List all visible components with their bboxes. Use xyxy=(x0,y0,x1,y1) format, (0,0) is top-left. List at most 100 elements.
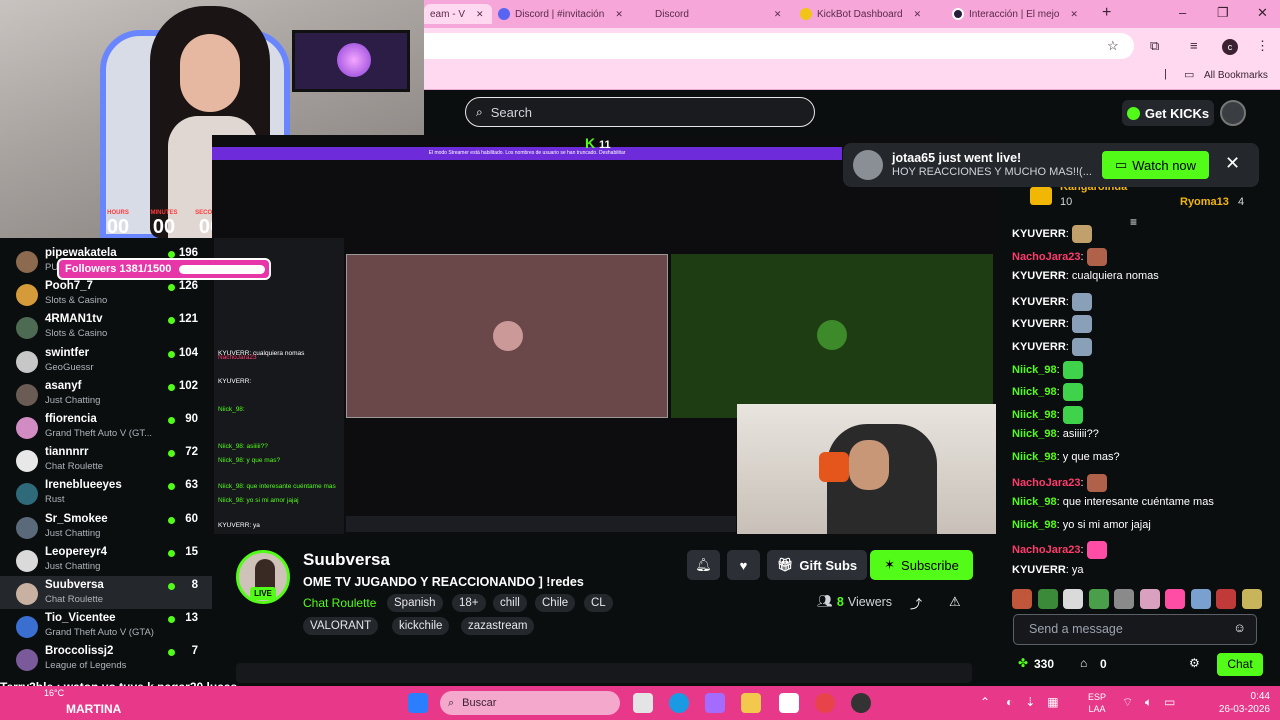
settings-icon[interactable]: ⚙ xyxy=(1189,656,1200,670)
follow-button[interactable]: ♥ xyxy=(727,550,760,580)
close-icon[interactable]: ✕ xyxy=(1225,153,1240,174)
tab-discord-invitacion[interactable]: Discord | #invitación ✕ xyxy=(492,4,642,24)
weather-widget[interactable]: 16°C xyxy=(44,688,64,698)
emote-icon[interactable] xyxy=(1012,589,1032,609)
chat-username[interactable]: NachoJara23 xyxy=(1012,544,1081,556)
tag-cl[interactable]: CL xyxy=(584,594,613,612)
chevron-up-icon[interactable]: ⌃ xyxy=(980,695,990,709)
task-view-icon[interactable] xyxy=(633,693,653,713)
tag-zazastream[interactable]: zazastream xyxy=(461,617,535,635)
tab-stream[interactable]: eam - V ✕ xyxy=(424,4,492,24)
stream-category[interactable]: Chat Roulette xyxy=(303,596,376,610)
profile-avatar[interactable]: c xyxy=(1222,39,1238,55)
tag-kickchile[interactable]: kickchile xyxy=(392,617,450,635)
sidebar-channel[interactable]: Suubversa Chat Roulette 8 xyxy=(0,576,212,609)
close-icon[interactable]: ✕ xyxy=(476,9,484,20)
emote-icon[interactable] xyxy=(1190,589,1211,609)
get-kicks-button[interactable]: Get KICKs xyxy=(1122,100,1214,126)
sidebar-channel[interactable]: 4RMAN1tv Slots & Casino 121 xyxy=(0,310,212,343)
tag-chill[interactable]: chill xyxy=(493,594,527,612)
obs-icon[interactable] xyxy=(851,693,871,713)
sidebar-channel[interactable]: tiannnrr Chat Roulette 72 xyxy=(0,443,212,476)
tag-spanish[interactable]: Spanish xyxy=(387,594,443,612)
tab-interaccion[interactable]: Interacción | El mejo ✕ xyxy=(946,4,1096,24)
language-indicator[interactable]: ESP LAA xyxy=(1088,691,1106,715)
system-clock[interactable]: 0:44 26-03-2026 xyxy=(1219,690,1270,716)
chat-username[interactable]: Niick_98 xyxy=(1012,409,1057,421)
star-icon[interactable]: ☆ xyxy=(1107,38,1119,54)
sidebar-channel[interactable]: Ireneblueeyes Rust 63 xyxy=(0,476,212,509)
chat-username[interactable]: KYUVERR xyxy=(1012,228,1066,240)
sidebar-channel[interactable]: Broccolissj2 League of Legends 7 xyxy=(0,642,212,675)
close-icon[interactable]: ✕ xyxy=(914,9,922,20)
minimize-icon[interactable]: – xyxy=(1179,5,1186,20)
tag-chile[interactable]: Chile xyxy=(535,594,576,612)
chat-message-input[interactable]: Send a message ☺ xyxy=(1013,614,1257,645)
tray-icons[interactable]: ◐⇣▦ xyxy=(1006,695,1071,709)
url-input[interactable] xyxy=(424,33,1134,59)
battery-icon[interactable]: ▭ xyxy=(1164,695,1175,709)
volume-icon[interactable]: 🔈︎ xyxy=(1145,695,1152,710)
chrome-icon[interactable] xyxy=(815,693,835,713)
edge-icon[interactable] xyxy=(669,693,689,713)
chat-username[interactable]: KYUVERR xyxy=(1012,564,1066,576)
chat-username[interactable]: Niick_98 xyxy=(1012,451,1057,463)
scroll-down-icon[interactable]: ≡ xyxy=(1130,215,1137,229)
chat-username[interactable]: KYUVERR xyxy=(1012,341,1066,353)
chat-username[interactable]: Niick_98 xyxy=(1012,519,1057,531)
emote-icon[interactable] xyxy=(1088,589,1109,609)
copilot-icon[interactable] xyxy=(705,693,725,713)
sidebar-channel[interactable]: Pooh7_7 Slots & Casino 126 xyxy=(0,277,212,310)
chat-username[interactable]: Niick_98 xyxy=(1012,386,1057,398)
channel-name[interactable]: Suubversa xyxy=(303,550,390,570)
chat-username[interactable]: KYUVERR xyxy=(1012,296,1066,308)
sidebar-channel[interactable]: Sr_Smokee Just Chatting 60 xyxy=(0,510,212,543)
close-icon[interactable]: ✕ xyxy=(615,9,623,20)
gift-subs-button[interactable]: 🎁︎ Gift Subs xyxy=(767,550,867,580)
tab-discord[interactable]: Discord ✕ xyxy=(644,4,784,24)
emote-icon[interactable] xyxy=(1216,589,1236,609)
emote-icon[interactable] xyxy=(1165,589,1185,609)
window-close-icon[interactable]: ✕ xyxy=(1257,5,1268,21)
watch-now-button[interactable]: ▭ Watch now xyxy=(1102,151,1209,179)
emote-icon[interactable] xyxy=(1114,589,1134,609)
gift-count[interactable]: 0 xyxy=(1100,657,1107,671)
maximize-icon[interactable]: ❐ xyxy=(1217,5,1229,21)
emote-icon[interactable] xyxy=(1063,589,1083,609)
file-explorer-icon[interactable] xyxy=(741,693,761,713)
extensions-icon[interactable]: ⧉ xyxy=(1150,38,1159,54)
chat-username[interactable]: Niick_98 xyxy=(1012,496,1057,508)
close-icon[interactable]: ✕ xyxy=(774,9,782,20)
store-icon[interactable] xyxy=(779,693,799,713)
emote-icon[interactable] xyxy=(1241,589,1262,609)
sidebar-channel[interactable]: Tio_Vicentee Grand Theft Auto V (GTA) 13 xyxy=(0,609,212,642)
sidebar-channel[interactable]: swintfer GeoGuessr 104 xyxy=(0,344,212,377)
report-icon[interactable]: ⚠ xyxy=(949,594,961,610)
chat-username[interactable]: Niick_98 xyxy=(1012,364,1057,376)
chat-username[interactable]: Niick_98 xyxy=(1012,428,1057,440)
menu-icon[interactable]: ⋮ xyxy=(1256,38,1269,54)
channel-points[interactable]: 330 xyxy=(1034,657,1054,671)
taskbar-search[interactable]: ⌕ Buscar xyxy=(440,691,620,715)
windows-start-icon[interactable] xyxy=(408,693,428,713)
subscribe-button[interactable]: ✶ Subscribe xyxy=(870,550,973,580)
user-avatar[interactable] xyxy=(1220,100,1246,126)
chat-username[interactable]: KYUVERR xyxy=(1012,318,1066,330)
chat-username[interactable]: NachoJara23 xyxy=(1012,477,1081,489)
sidebar-channel[interactable]: ffiorencia Grand Theft Auto V (GT... 90 xyxy=(0,410,212,443)
tag-18plus[interactable]: 18+ xyxy=(452,594,486,612)
search-input[interactable]: ⌕ Search xyxy=(465,97,815,127)
media-icon[interactable]: ≡ xyxy=(1190,38,1198,53)
tag-valorant[interactable]: VALORANT xyxy=(303,617,379,635)
chat-send-button[interactable]: Chat xyxy=(1217,653,1263,676)
new-tab-icon[interactable]: + xyxy=(1102,4,1111,22)
close-icon[interactable]: ✕ xyxy=(1070,9,1078,20)
share-icon[interactable]: ⤴ xyxy=(910,595,922,612)
sidebar-channel[interactable]: asanyf Just Chatting 102 xyxy=(0,377,212,410)
network-icon[interactable]: ⌔ xyxy=(1122,695,1133,710)
sidebar-channel[interactable]: Leopereyr4 Just Chatting 15 xyxy=(0,543,212,576)
chat-username[interactable]: KYUVERR xyxy=(1012,270,1066,282)
emoji-icon[interactable]: ☺ xyxy=(1233,621,1246,635)
chat-username[interactable]: NachoJara23 xyxy=(1012,251,1081,263)
emote-icon[interactable] xyxy=(1037,589,1058,609)
